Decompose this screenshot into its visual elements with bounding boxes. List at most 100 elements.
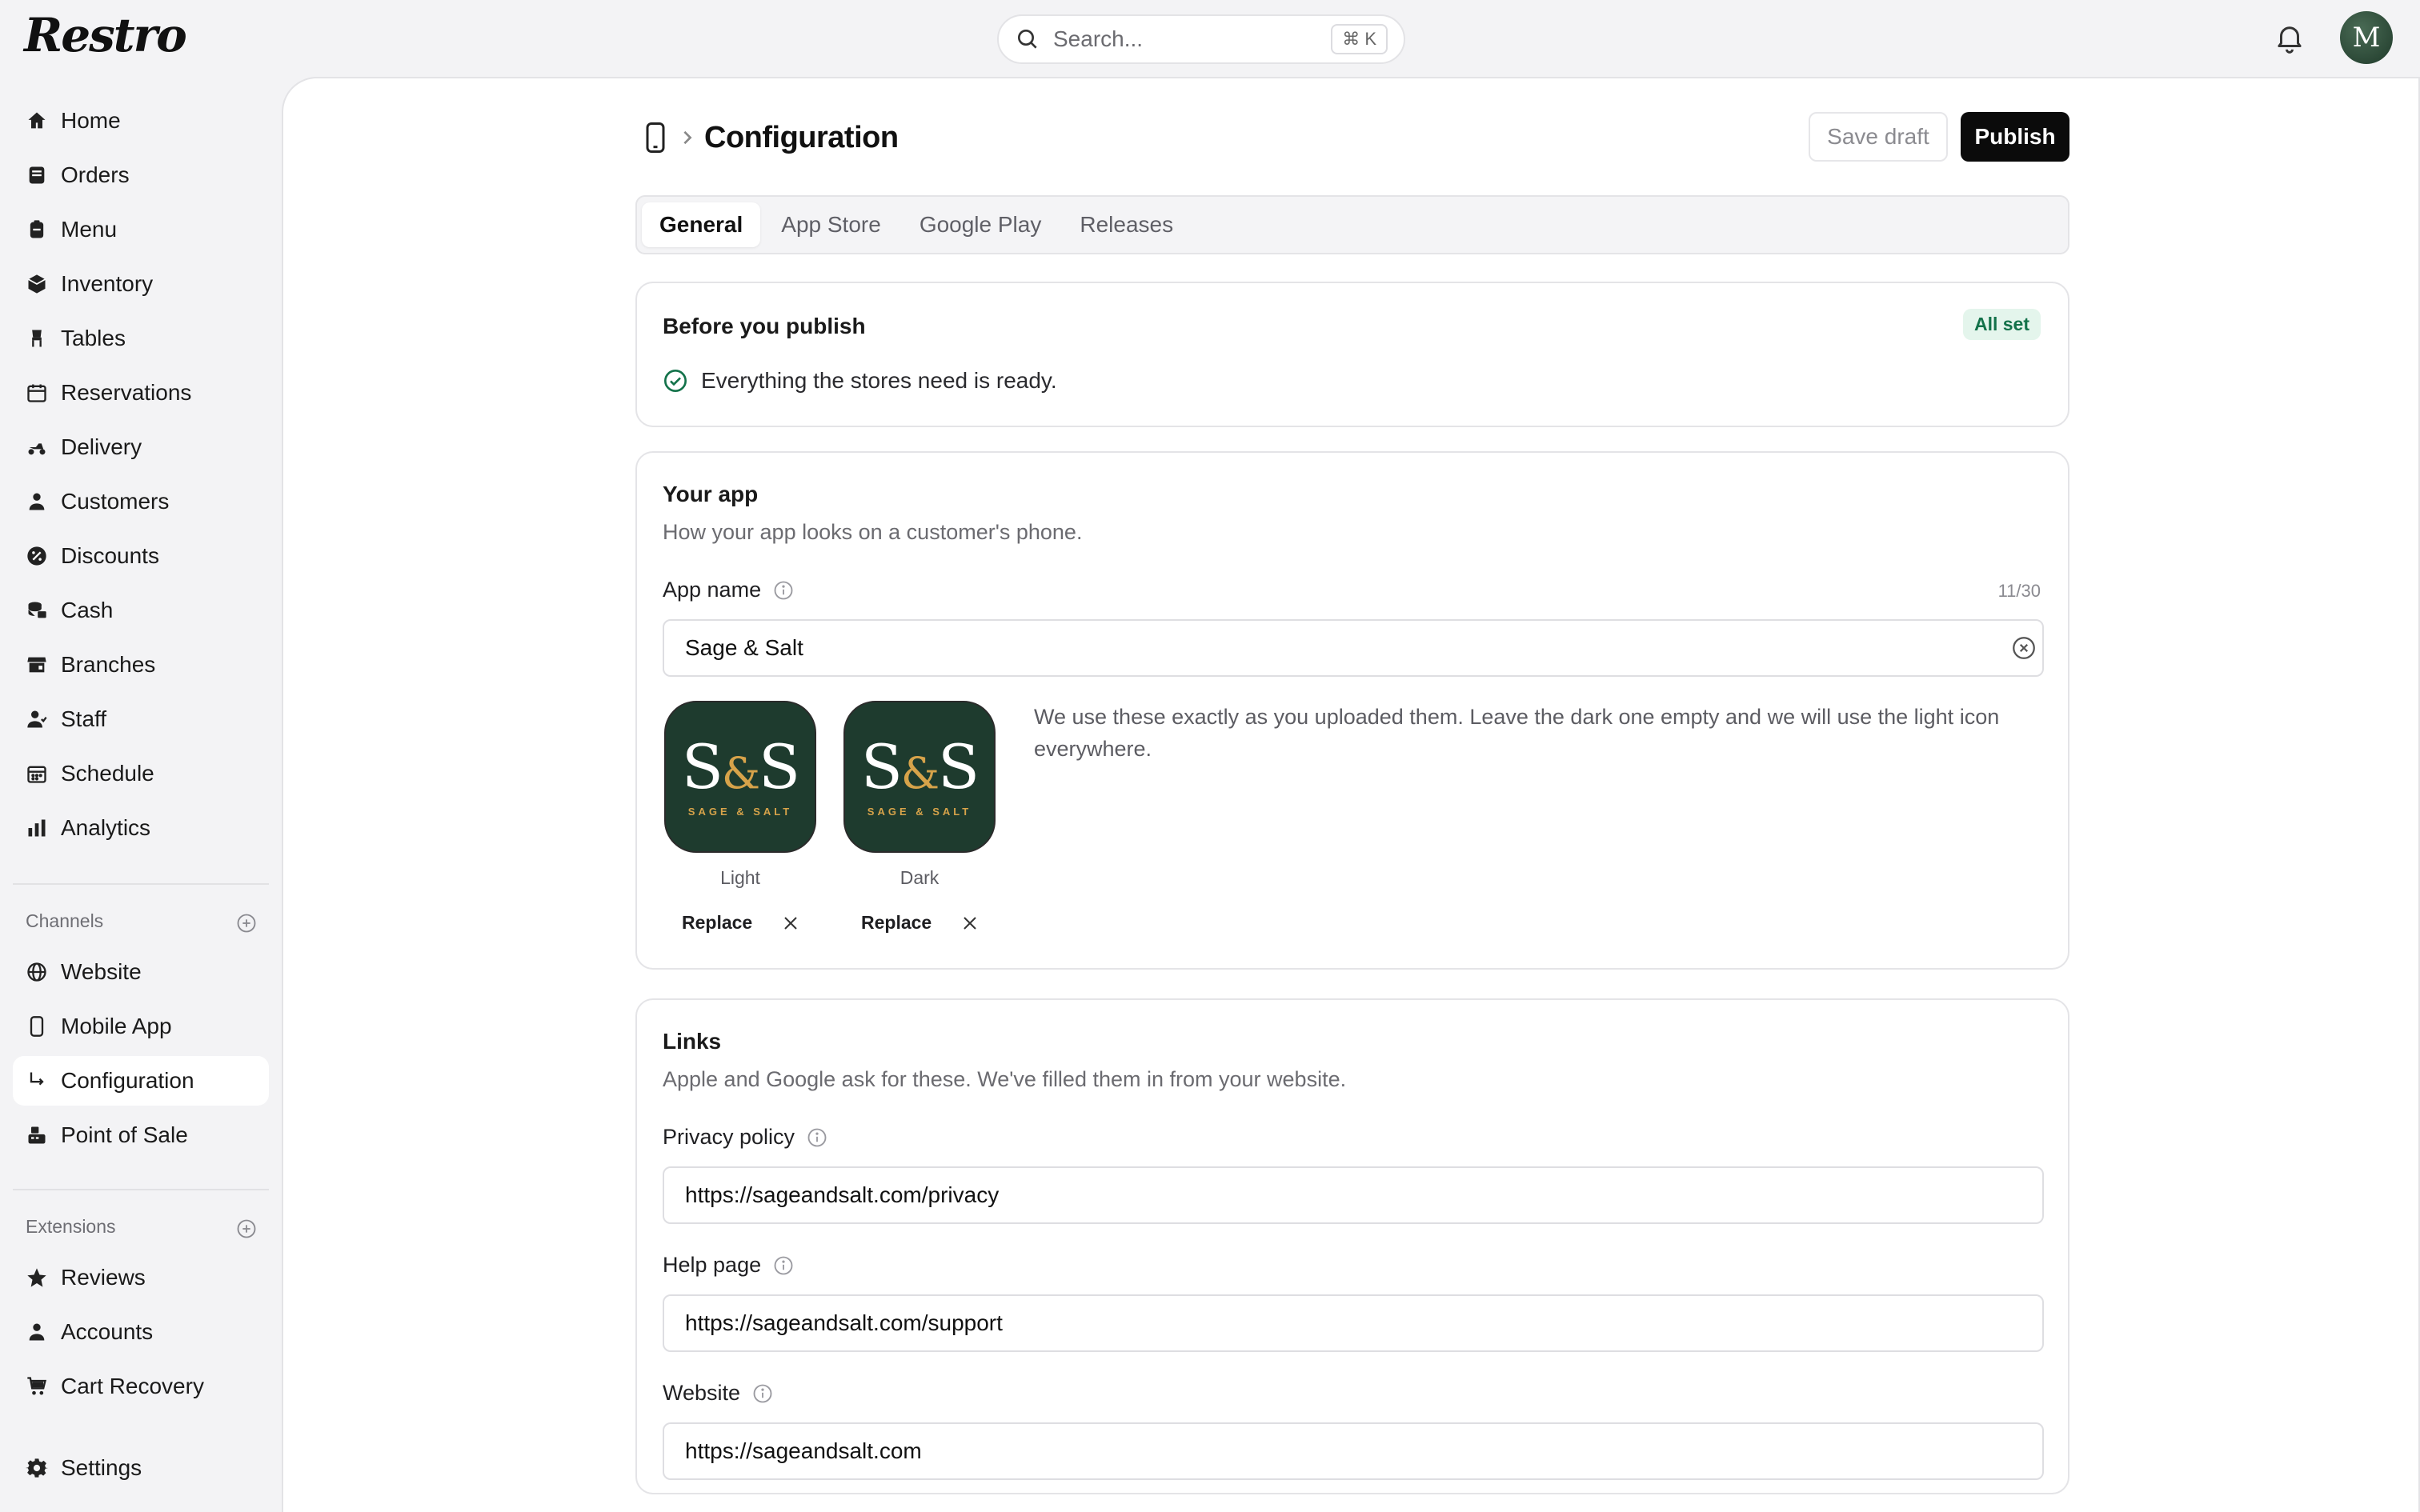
tab-google-play[interactable]: Google Play [902,202,1060,247]
publish-button[interactable]: Publish [1961,112,2069,162]
restro-logo[interactable]: Restro [24,8,187,62]
info-icon[interactable] [806,1126,828,1149]
person-icon [29,1323,45,1341]
dark-app-icon-preview: S&S SAGE & SALT [843,701,996,853]
tab-general[interactable]: General [642,202,761,247]
app-icon-wordmark: SAGE & SALT [867,805,972,818]
sidebar-item-accounts[interactable]: Accounts [13,1307,269,1357]
sidebar-divider [13,1189,269,1190]
sidebar-item-label: Analytics [61,815,151,840]
sidebar-item-label: Cash [61,598,114,622]
sidebar-item-label: Settings [61,1455,142,1480]
sidebar-item-point-of-sale[interactable]: Point of Sale [13,1110,269,1160]
links-card: Links Apple and Google ask for these. We… [635,998,2069,1494]
help-page-label: Help page [663,1253,795,1278]
info-icon[interactable] [751,1382,774,1405]
app-name-input[interactable] [663,619,2044,677]
sidebar-item-cash[interactable]: Cash [13,586,269,635]
links-title: Links [663,1029,722,1054]
sidebar-item-schedule[interactable]: Schedule [13,749,269,798]
remove-dark-icon-close-icon[interactable] [960,914,980,933]
sidebar-item-branches[interactable]: Branches [13,640,269,690]
app-name-label: App name [663,578,795,602]
tab-app-store[interactable]: App Store [763,202,899,247]
links-subtitle: Apple and Google ask for these. We've fi… [663,1067,1347,1091]
bell-icon[interactable] [2273,21,2306,54]
sidebar-item-staff[interactable]: Staff [13,694,269,744]
remove-light-icon-close-icon[interactable] [781,914,800,933]
sidebar-item-orders[interactable]: Orders [13,150,269,200]
sidebar-item-home[interactable]: Home [13,96,269,146]
home-icon [28,112,46,129]
page-header: Configuration Save draft Publish [635,110,2069,165]
sidebar-item-discounts[interactable]: Discounts [13,531,269,581]
add-extension-icon[interactable] [235,1218,258,1240]
info-icon[interactable] [772,579,795,602]
sidebar-item-menu[interactable]: Menu [13,205,269,254]
clear-input-icon[interactable] [2010,634,2037,662]
sidebar-item-reviews[interactable]: Reviews [13,1253,269,1302]
website-input[interactable] [663,1422,2044,1480]
info-icon[interactable] [772,1254,795,1277]
sidebar-item-cart-recovery[interactable]: Cart Recovery [13,1362,269,1411]
privacy-policy-label-text: Privacy policy [663,1125,795,1149]
page-title: Configuration [704,120,899,154]
inventory-icon [28,274,46,294]
sidebar-item-settings[interactable]: Settings [13,1443,269,1493]
sidebar-item-configuration[interactable]: Configuration [13,1056,269,1106]
sidebar-item-label: Tables [61,326,126,350]
your-app-subtitle: How your app looks on a customer's phone… [663,520,1083,544]
sidebar-item-label: Inventory [61,271,154,296]
tab-releases[interactable]: Releases [1062,202,1191,247]
sidebar: Home Orders Menu Inventory Tables Reserv… [0,77,282,1512]
add-channel-icon[interactable] [235,912,258,934]
status-badge: All set [1962,309,2041,340]
help-page-input[interactable] [663,1294,2044,1352]
privacy-policy-input[interactable] [663,1166,2044,1224]
sidebar-item-label: Mobile App [61,1014,172,1038]
privacy-policy-label: Privacy policy [663,1125,828,1150]
publish-status-text: Everything the stores need is ready. [701,368,1057,393]
dark-icon-caption: Dark [899,867,940,888]
sidebar-item-customers[interactable]: Customers [13,477,269,526]
schedule-icon [27,766,46,783]
user-avatar[interactable]: M [2340,11,2393,64]
save-draft-button[interactable]: Save draft [1809,112,1948,162]
icon-usage-description: We use these exactly as you uploaded the… [1034,705,2000,761]
app-icon-monogram: S&S [860,730,980,802]
app-name-label-text: App name [663,578,762,602]
mobile-phone-icon[interactable] [643,122,667,154]
globe-icon [27,962,46,982]
gear-icon [26,1458,48,1478]
search-icon [1018,30,1037,49]
sidebar-item-inventory[interactable]: Inventory [13,259,269,309]
extensions-section-title: Extensions [26,1216,116,1237]
check-circle-icon [664,370,687,392]
sidebar-item-analytics[interactable]: Analytics [13,803,269,853]
sidebar-item-label: Configuration [61,1068,194,1093]
top-bar: Restro Search... ⌘ K M [0,0,2420,77]
app-icon-monogram: S&S [681,730,800,802]
sidebar-item-reservations[interactable]: Reservations [13,368,269,418]
app-name-char-counter: 11/30 [1997,581,2041,601]
breadcrumb-chevron-icon [683,130,692,145]
register-icon [28,1126,46,1144]
replace-light-icon-button[interactable]: Replace [682,912,752,934]
app-icon-wordmark: SAGE & SALT [687,805,793,818]
star-icon [27,1268,46,1287]
sidebar-item-website[interactable]: Website [13,947,269,997]
sidebar-item-mobile-app[interactable]: Mobile App [13,1002,269,1051]
main-panel: Configuration Save draft Publish General… [282,77,2420,1512]
sidebar-item-tables[interactable]: Tables [13,314,269,363]
percent-icon [27,546,46,566]
sidebar-item-label: Delivery [61,434,142,459]
scooter-icon [28,443,46,455]
replace-dark-icon-button[interactable]: Replace [861,912,932,934]
website-label: Website [663,1381,774,1406]
person-icon [29,493,45,510]
sidebar-item-label: Website [61,959,142,984]
sidebar-item-label: Staff [61,706,107,731]
sidebar-item-delivery[interactable]: Delivery [13,422,269,472]
search-placeholder[interactable]: Search... [1053,26,1331,52]
search-box[interactable]: Search... ⌘ K [997,14,1405,64]
